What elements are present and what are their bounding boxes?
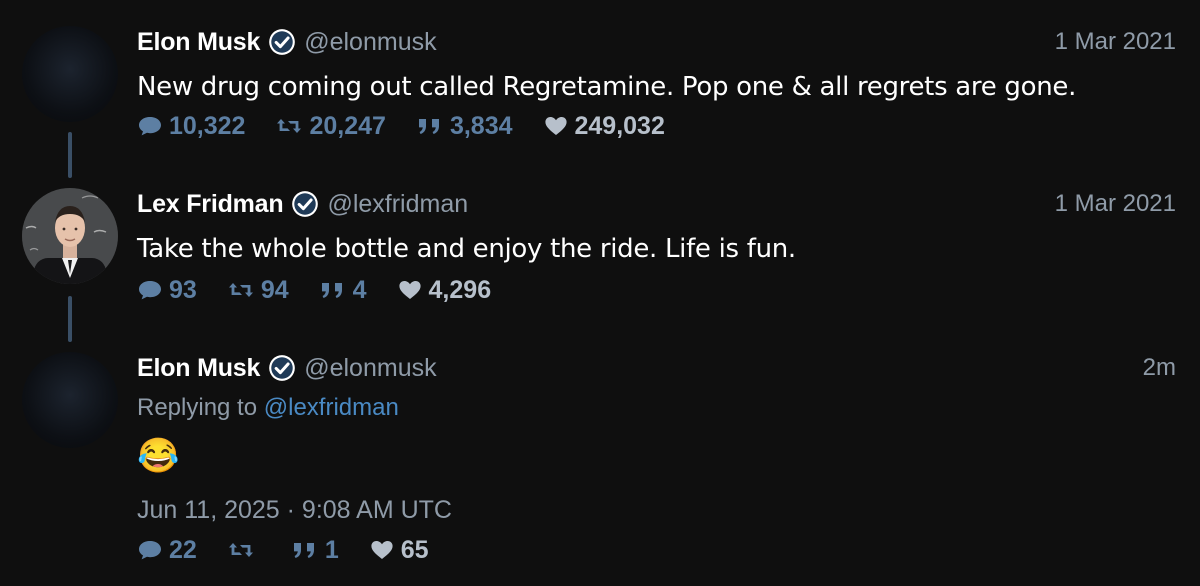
author-name[interactable]: Elon Musk <box>137 28 260 57</box>
avatar-elon-musk[interactable] <box>22 26 118 122</box>
tweet-2[interactable]: Lex Fridman @lexfridman 1 Mar 2021 Take … <box>0 186 1200 306</box>
reply-count[interactable]: 10,322 <box>137 112 245 141</box>
retweet-count[interactable]: 94 <box>227 276 289 305</box>
quote-count-value: 1 <box>324 535 339 564</box>
tweet-text: Take the whole bottle and enjoy the ride… <box>137 234 796 264</box>
author-handle[interactable]: @elonmusk <box>304 354 436 383</box>
tweet-header: Elon Musk @elonmusk <box>137 350 437 386</box>
verified-badge-icon <box>269 29 296 55</box>
lex-fridman-photo <box>22 188 118 284</box>
like-count-value: 249,032 <box>574 111 665 140</box>
like-icon <box>398 281 421 299</box>
tweet-text: 😂 <box>137 437 180 475</box>
reply-icon <box>139 117 161 136</box>
like-icon <box>544 117 567 135</box>
reply-icon <box>139 541 161 560</box>
retweet-count[interactable]: 20,247 <box>275 111 386 141</box>
reply-count-value: 22 <box>169 535 197 564</box>
tweet-stats: 10,322 20,247 3,834 249,032 <box>137 110 695 142</box>
tweet-header: Lex Fridman @lexfridman <box>137 186 468 222</box>
retweet-count[interactable] <box>227 539 261 561</box>
retweet-count-value: 94 <box>260 275 289 304</box>
reply-count-value: 93 <box>169 275 197 304</box>
replying-to: Replying to @lexfridman <box>137 394 399 422</box>
replying-to-label: Replying to <box>137 394 258 421</box>
tweet-text: New drug coming out called Regretamine. … <box>137 72 1077 102</box>
reply-count[interactable]: 93 <box>137 276 197 305</box>
tweet-date[interactable]: 1 Mar 2021 <box>1055 24 1176 60</box>
tweet-3[interactable]: Elon Musk @elonmusk 2m Replying to @lexf… <box>0 350 1200 580</box>
verified-badge-icon <box>292 191 319 217</box>
quote-icon <box>321 283 342 298</box>
author-name[interactable]: Lex Fridman <box>137 190 284 219</box>
retweet-count-value: 20,247 <box>309 111 386 140</box>
reply-count[interactable]: 22 <box>137 536 197 565</box>
tweet-date[interactable]: 2m <box>1143 350 1176 386</box>
reply-count-value: 10,322 <box>169 111 246 140</box>
like-count[interactable]: 65 <box>369 536 429 565</box>
tweet-thread: Elon Musk @elonmusk 1 Mar 2021 New drug … <box>0 0 1200 586</box>
like-count-value: 65 <box>400 535 429 564</box>
replying-to-mention[interactable]: @lexfridman <box>264 394 399 421</box>
tweet-1[interactable]: Elon Musk @elonmusk 1 Mar 2021 New drug … <box>0 24 1200 144</box>
tweet-stats: 93 94 4 4,296 <box>137 274 521 306</box>
quote-count[interactable]: 1 <box>291 536 339 565</box>
quote-count-value: 4 <box>352 275 367 304</box>
quote-count[interactable]: 4 <box>319 276 367 305</box>
retweet-icon <box>228 283 253 297</box>
quote-count[interactable]: 3,834 <box>416 112 513 141</box>
retweet-icon <box>277 119 302 133</box>
quote-icon <box>293 543 314 558</box>
like-count[interactable]: 249,032 <box>543 112 665 141</box>
quote-count-value: 3,834 <box>449 111 513 140</box>
verified-badge-icon <box>269 355 296 381</box>
retweet-icon <box>228 543 253 557</box>
like-count-value: 4,296 <box>428 275 492 304</box>
author-handle[interactable]: @lexfridman <box>327 190 468 219</box>
like-count[interactable]: 4,296 <box>397 275 492 305</box>
tweet-header: Elon Musk @elonmusk <box>137 24 437 60</box>
avatar-elon-musk[interactable] <box>22 352 118 448</box>
avatar-lex-fridman[interactable] <box>22 188 118 284</box>
tweet-date[interactable]: 1 Mar 2021 <box>1055 186 1176 222</box>
tweet-timestamp[interactable]: Jun 11, 2025 · 9:08 AM UTC <box>137 496 452 525</box>
author-name[interactable]: Elon Musk <box>137 354 260 383</box>
like-icon <box>371 541 393 559</box>
reply-icon <box>139 281 161 300</box>
quote-icon <box>418 119 439 134</box>
tweet-stats: 22 1 65 <box>137 534 459 566</box>
author-handle[interactable]: @elonmusk <box>304 28 436 57</box>
